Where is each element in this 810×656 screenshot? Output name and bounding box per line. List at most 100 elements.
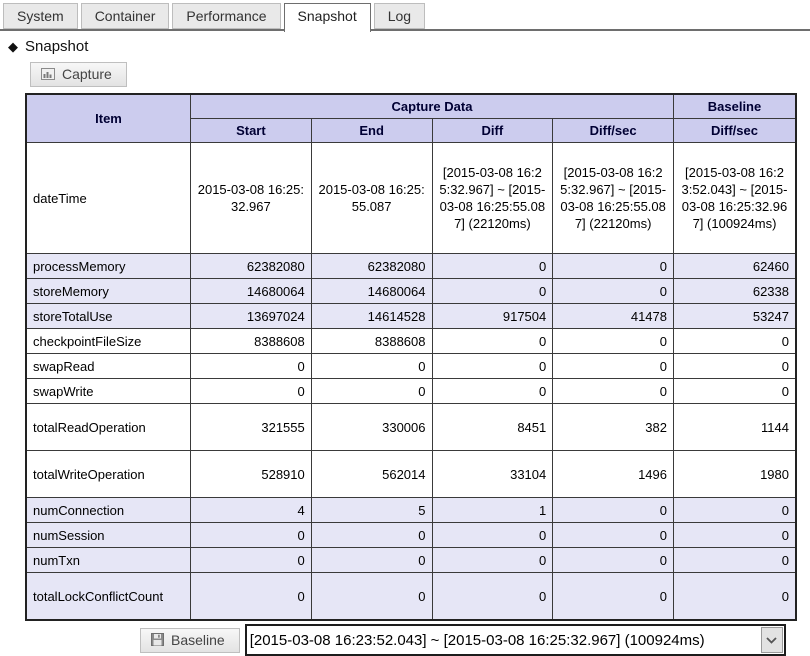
- cell-diff: 0: [432, 379, 553, 404]
- table-row: totalReadOperation3215553300068451382114…: [26, 404, 796, 451]
- cell-baseline_diff_sec: 0: [674, 498, 797, 523]
- cell-baseline_diff_sec: 62338: [674, 279, 797, 304]
- row-item-label: totalReadOperation: [26, 404, 191, 451]
- cell-diff: 0: [432, 354, 553, 379]
- col-header-end: End: [311, 119, 432, 143]
- cell-start: 4: [191, 498, 312, 523]
- cell-diff: 0: [432, 523, 553, 548]
- cell-diff_sec: 382: [553, 404, 674, 451]
- baseline-bar: Baseline [2015-03-08 16:23:52.043] ~ [20…: [140, 624, 810, 656]
- cell-baseline_diff_sec: 1144: [674, 404, 797, 451]
- cell-start: 0: [191, 354, 312, 379]
- chevron-down-icon[interactable]: [761, 627, 783, 653]
- row-item-label: swapWrite: [26, 379, 191, 404]
- col-header-capture-data: Capture Data: [191, 94, 674, 119]
- table-row: storeTotalUse136970241461452891750441478…: [26, 304, 796, 329]
- row-item-label: processMemory: [26, 254, 191, 279]
- cell-diff_sec: 0: [553, 279, 674, 304]
- cell-diff_sec: 41478: [553, 304, 674, 329]
- cell-diff: [2015-03-08 16:25:32.967] ~ [2015-03-08 …: [432, 143, 553, 254]
- col-header-baseline: Baseline: [674, 94, 797, 119]
- cell-diff_sec: 0: [553, 379, 674, 404]
- col-header-baseline-diffsec: Diff/sec: [674, 119, 797, 143]
- tab-container[interactable]: Container: [81, 3, 170, 29]
- col-header-item: Item: [26, 94, 191, 143]
- tab-system[interactable]: System: [3, 3, 78, 29]
- cell-diff_sec: 0: [553, 254, 674, 279]
- cell-end: 0: [311, 573, 432, 621]
- row-item-label: numTxn: [26, 548, 191, 573]
- cell-start: 8388608: [191, 329, 312, 354]
- table-row: numSession00000: [26, 523, 796, 548]
- capture-button-label: Capture: [62, 66, 112, 82]
- tab-performance[interactable]: Performance: [172, 3, 280, 29]
- cell-end: 330006: [311, 404, 432, 451]
- cell-end: 562014: [311, 451, 432, 498]
- cell-baseline_diff_sec: 0: [674, 354, 797, 379]
- cell-diff_sec: 0: [553, 354, 674, 379]
- cell-diff: 917504: [432, 304, 553, 329]
- row-item-label: dateTime: [26, 143, 191, 254]
- cell-diff: 0: [432, 254, 553, 279]
- row-item-label: numSession: [26, 523, 191, 548]
- tab-snapshot[interactable]: Snapshot: [284, 3, 371, 32]
- col-header-diff: Diff: [432, 119, 553, 143]
- cell-diff: 1: [432, 498, 553, 523]
- cell-end: 14614528: [311, 304, 432, 329]
- tab-log[interactable]: Log: [374, 3, 425, 29]
- cell-start: 62382080: [191, 254, 312, 279]
- cell-start: 0: [191, 379, 312, 404]
- cell-end: 2015-03-08 16:25:55.087: [311, 143, 432, 254]
- snapshot-table-body: dateTime2015-03-08 16:25:32.9672015-03-0…: [26, 143, 796, 621]
- cell-start: 2015-03-08 16:25:32.967: [191, 143, 312, 254]
- cell-end: 0: [311, 354, 432, 379]
- row-item-label: totalWriteOperation: [26, 451, 191, 498]
- cell-baseline_diff_sec: 0: [674, 573, 797, 621]
- cell-diff_sec: [2015-03-08 16:25:32.967] ~ [2015-03-08 …: [553, 143, 674, 254]
- table-row: numTxn00000: [26, 548, 796, 573]
- cell-end: 0: [311, 379, 432, 404]
- capture-button[interactable]: Capture: [30, 62, 127, 87]
- snapshot-table: Item Capture Data Baseline Start End Dif…: [25, 93, 797, 621]
- cell-diff_sec: 0: [553, 573, 674, 621]
- cell-baseline_diff_sec: [2015-03-08 16:23:52.043] ~ [2015-03-08 …: [674, 143, 797, 254]
- cell-diff: 0: [432, 329, 553, 354]
- cell-baseline_diff_sec: 1980: [674, 451, 797, 498]
- row-item-label: totalLockConflictCount: [26, 573, 191, 621]
- cell-start: 0: [191, 548, 312, 573]
- row-item-label: storeTotalUse: [26, 304, 191, 329]
- cell-diff: 0: [432, 573, 553, 621]
- row-item-label: numConnection: [26, 498, 191, 523]
- cell-end: 5: [311, 498, 432, 523]
- baseline-select[interactable]: [2015-03-08 16:23:52.043] ~ [2015-03-08 …: [245, 624, 786, 656]
- cell-diff: 0: [432, 279, 553, 304]
- cell-start: 0: [191, 573, 312, 621]
- cell-baseline_diff_sec: 0: [674, 379, 797, 404]
- baseline-select-value: [2015-03-08 16:23:52.043] ~ [2015-03-08 …: [247, 632, 760, 649]
- cell-diff_sec: 1496: [553, 451, 674, 498]
- tab-underline: [0, 29, 810, 31]
- table-row: numConnection45100: [26, 498, 796, 523]
- cell-baseline_diff_sec: 0: [674, 523, 797, 548]
- cell-diff_sec: 0: [553, 523, 674, 548]
- row-item-label: checkpointFileSize: [26, 329, 191, 354]
- table-row: swapWrite00000: [26, 379, 796, 404]
- cell-start: 528910: [191, 451, 312, 498]
- diamond-bullet-icon: ◆: [8, 39, 18, 55]
- cell-start: 321555: [191, 404, 312, 451]
- cell-end: 14680064: [311, 279, 432, 304]
- table-row: processMemory62382080623820800062460: [26, 254, 796, 279]
- cell-diff: 33104: [432, 451, 553, 498]
- table-row: swapRead00000: [26, 354, 796, 379]
- cell-end: 62382080: [311, 254, 432, 279]
- cell-start: 14680064: [191, 279, 312, 304]
- cell-baseline_diff_sec: 0: [674, 548, 797, 573]
- cell-baseline_diff_sec: 53247: [674, 304, 797, 329]
- table-row: dateTime2015-03-08 16:25:32.9672015-03-0…: [26, 143, 796, 254]
- cell-start: 0: [191, 523, 312, 548]
- cell-diff: 0: [432, 548, 553, 573]
- tab-bar: System Container Performance Snapshot Lo…: [0, 0, 810, 29]
- table-row: checkpointFileSize83886088388608000: [26, 329, 796, 354]
- section-title: Snapshot: [25, 38, 88, 55]
- baseline-button[interactable]: Baseline: [140, 628, 240, 653]
